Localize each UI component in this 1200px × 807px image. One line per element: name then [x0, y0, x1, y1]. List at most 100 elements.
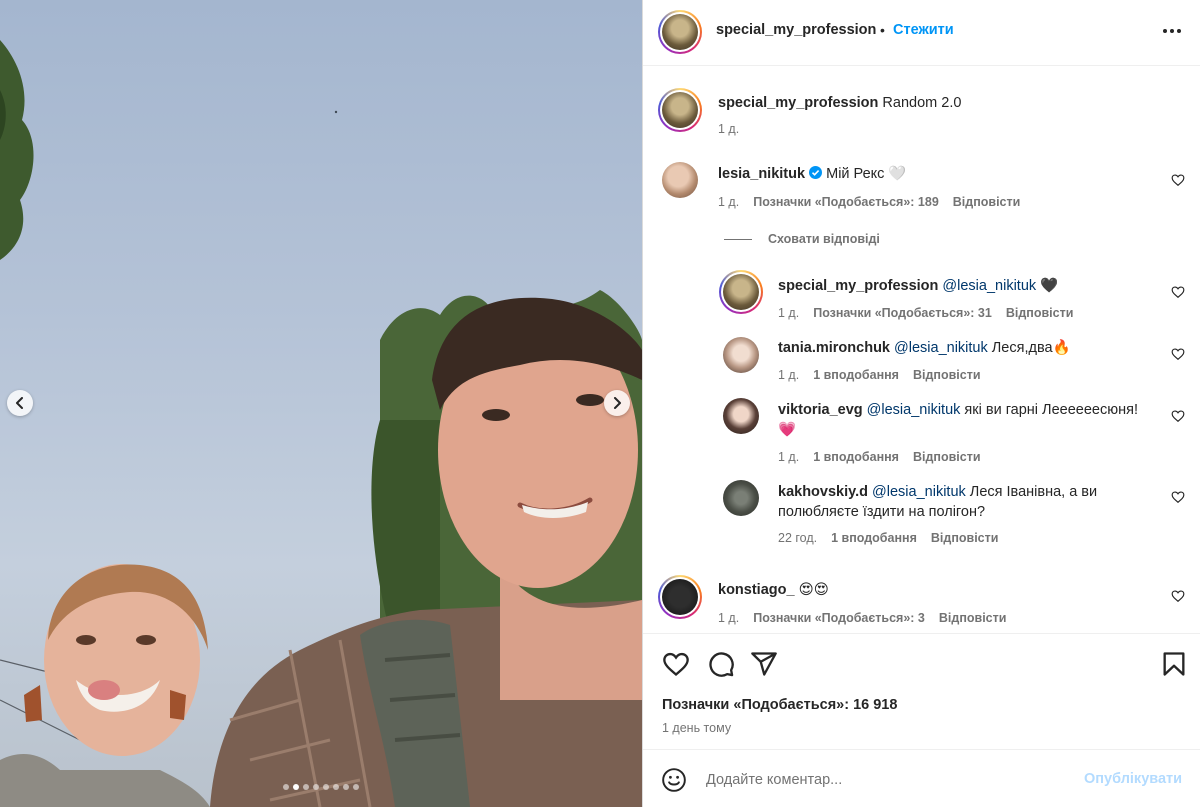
caption-avatar[interactable] [658, 88, 702, 132]
reply-likes[interactable]: Позначки «Подобається»: 31 [813, 306, 992, 320]
comment-likes[interactable]: Позначки «Подобається»: 3 [753, 611, 925, 625]
reply-button[interactable]: Відповісти [1006, 306, 1074, 320]
reply-username[interactable]: special_my_profession [778, 278, 938, 294]
heart-icon[interactable] [1171, 285, 1185, 299]
comment-username[interactable]: konstiago_ [718, 582, 795, 598]
heart-icon[interactable] [1171, 490, 1185, 504]
divider-line [724, 238, 752, 240]
chevron-left-icon [16, 397, 23, 409]
reply-text: special_my_profession @lesia_nikituk 🖤 [778, 276, 1058, 296]
previous-slide-button[interactable] [7, 390, 33, 416]
carousel-dot [323, 784, 329, 790]
post-actions: Позначки «Подобається»: 16 918 1 день то… [643, 633, 1200, 748]
caption-time: 1 д. [718, 122, 740, 136]
reply-text: viktoria_evg @lesia_nikituk які ви гарні… [778, 400, 1178, 440]
reply-likes[interactable]: 1 вподобання [813, 450, 899, 464]
reply-likes[interactable]: 1 вподобання [831, 531, 917, 545]
author-avatar[interactable] [658, 10, 702, 54]
add-comment-bar: Опублікувати [643, 749, 1200, 807]
reply-avatar[interactable] [719, 270, 763, 314]
reply-body: Леся Іванівна, а ви [969, 484, 1098, 500]
mention-link[interactable]: @lesia_nikituk [872, 484, 966, 500]
comment-username[interactable]: lesia_nikituk [718, 166, 805, 182]
reply-time: 1 д. [778, 368, 800, 382]
carousel-indicator [0, 784, 642, 790]
reply-button[interactable]: Відповісти [939, 611, 1007, 625]
verified-badge-icon [809, 166, 823, 179]
mention-link[interactable]: @lesia_nikituk [894, 340, 988, 356]
reply-text: kakhovskiy.d @lesia_nikituk Леся Іванівн… [778, 482, 1178, 522]
carousel-dot [283, 784, 289, 790]
mention-link[interactable]: @lesia_nikituk [942, 278, 1036, 294]
heart-icon[interactable] [1171, 589, 1185, 603]
carousel-dot [303, 784, 309, 790]
carousel-dot [293, 784, 299, 790]
comment-meta: 1 д. Позначки «Подобається»: 189 Відпові… [718, 195, 1020, 209]
reply-avatar[interactable] [723, 480, 759, 516]
reply-meta: 22 год. 1 вподобання Відповісти [778, 531, 998, 545]
reply-body-line2: полюбляєте їздити на полігон? [778, 504, 986, 520]
comment-icon[interactable] [707, 650, 735, 678]
reply-username[interactable]: kakhovskiy.d [778, 484, 868, 500]
reply-button[interactable]: Відповісти [913, 450, 981, 464]
reply-meta: 1 д. 1 вподобання Відповісти [778, 450, 981, 464]
photo-scene [0, 40, 642, 807]
post-modal: special_my_profession • Стежити special_… [0, 0, 1200, 807]
hide-replies-button[interactable]: Сховати відповіді [724, 232, 880, 246]
follow-button[interactable]: Стежити [893, 22, 954, 38]
bookmark-icon[interactable] [1160, 650, 1188, 678]
emoji-icon[interactable] [661, 767, 687, 793]
next-slide-button[interactable] [604, 390, 630, 416]
reply-meta: 1 д. 1 вподобання Відповісти [778, 368, 981, 382]
reply-button[interactable]: Відповісти [953, 195, 1021, 209]
reply-body: Леся,два🔥 [991, 340, 1071, 356]
mention-link[interactable]: @lesia_nikituk [867, 402, 961, 418]
heart-icon[interactable] [1171, 347, 1185, 361]
caption-meta: 1 д. [718, 122, 739, 136]
comment-input[interactable] [706, 767, 1066, 793]
reply-username[interactable]: viktoria_evg [778, 402, 863, 418]
heart-icon[interactable] [1171, 409, 1185, 423]
likes-count[interactable]: Позначки «Подобається»: 16 918 [662, 697, 897, 713]
reply-likes[interactable]: 1 вподобання [813, 368, 899, 382]
comment-time: 1 д. [718, 611, 740, 625]
reply-avatar[interactable] [723, 337, 759, 373]
reply-button[interactable]: Відповісти [913, 368, 981, 382]
post-date[interactable]: 1 день тому [662, 721, 731, 735]
commenter-avatar[interactable] [658, 575, 702, 619]
reply-body: які ви гарні Леееееесюня! [964, 402, 1138, 418]
reply-time: 1 д. [778, 450, 800, 464]
post-comment-button[interactable]: Опублікувати [1084, 771, 1182, 787]
hide-replies-label: Сховати відповіді [768, 232, 880, 246]
carousel-dot [333, 784, 339, 790]
heart-icon[interactable] [1171, 173, 1185, 187]
reply-avatar[interactable] [723, 398, 759, 434]
comment-likes[interactable]: Позначки «Подобається»: 189 [753, 195, 939, 209]
reply-username[interactable]: tania.mironchuk [778, 340, 890, 356]
reply-body-line2: 💗 [778, 422, 797, 438]
commenter-avatar[interactable] [662, 162, 698, 198]
share-icon[interactable] [750, 650, 778, 678]
author-username[interactable]: special_my_profession [716, 22, 876, 38]
comment-text: konstiago_ 😍😍 [718, 580, 829, 600]
carousel-dot [353, 784, 359, 790]
more-icon[interactable] [1161, 22, 1183, 40]
comment-time: 1 д. [718, 195, 740, 209]
reply-time: 22 год. [778, 531, 818, 545]
caption: special_my_profession Random 2.0 [718, 93, 961, 113]
separator-dot: • [880, 22, 885, 38]
comment-body: Мій Рекс 🤍 [826, 166, 907, 182]
reply-button[interactable]: Відповісти [931, 531, 999, 545]
comment-body: 😍😍 [798, 582, 829, 598]
carousel-dot [343, 784, 349, 790]
caption-username[interactable]: special_my_profession [718, 95, 878, 111]
reply-time: 1 д. [778, 306, 800, 320]
chevron-right-icon [614, 397, 621, 409]
post-header: special_my_profession • Стежити [643, 0, 1200, 66]
heart-icon[interactable] [662, 650, 690, 678]
reply-meta: 1 д. Позначки «Подобається»: 31 Відповіс… [778, 306, 1073, 320]
caption-text: Random 2.0 [882, 95, 962, 111]
carousel-dot [313, 784, 319, 790]
post-side-panel: special_my_profession • Стежити special_… [642, 0, 1200, 807]
post-photo[interactable] [0, 0, 642, 807]
